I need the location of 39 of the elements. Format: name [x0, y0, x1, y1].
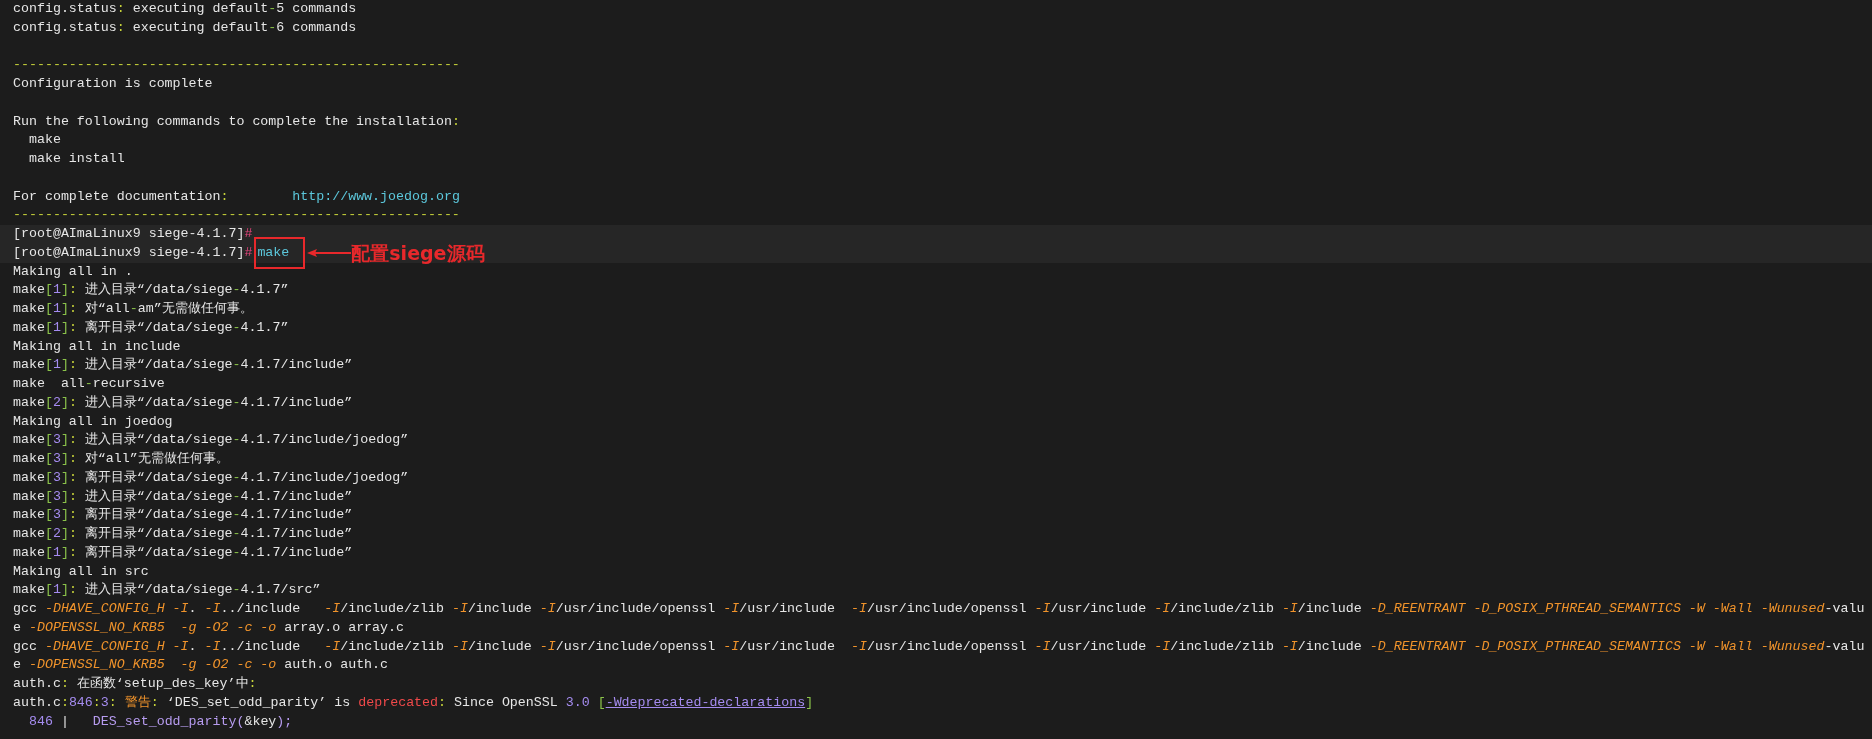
terminal-line: Making all in src: [13, 562, 149, 581]
terminal-line: make[2]: 进入目录“/data/siege-4.1.7/include”: [13, 393, 353, 412]
terminal-line: Making all in include: [13, 337, 181, 356]
terminal-line: Run the following commands to complete the installation:: [13, 112, 460, 131]
terminal-line: make all-recursive: [13, 375, 165, 393]
terminal-line: make install: [27, 150, 125, 168]
terminal-line: e -DOPENSSL_NO_KRB5 -g -O2 -c -o auth.o auth.c: [13, 656, 389, 675]
terminal-line: Making all in joedog: [13, 412, 173, 431]
terminal-line: make[2]: 离开目录“/data/siege-4.1.7/include”: [13, 525, 353, 543]
terminal-line: make[3]: 离开目录“/data/siege-4.1.7/include”: [13, 506, 353, 525]
terminal-line: --------------------------------------------------------: [13, 56, 460, 75]
terminal-line: make[3]: 进入目录“/data/siege-4.1.7/include/joedog”: [13, 431, 409, 450]
terminal-line: make: [27, 131, 61, 150]
terminal-line: make[1]: 对“all-am”无需做任何事。: [13, 300, 253, 318]
terminal-line: [root@AImaLinux9 siege-4.1.7]#: [13, 243, 253, 262]
terminal-line: Configuration is complete: [13, 75, 213, 93]
terminal-line: config.status: executing default-6 commands: [13, 18, 357, 37]
annotation-label: 配置siege源码: [351, 242, 485, 265]
terminal-line: make[3]: 进入目录“/data/siege-4.1.7/include”: [13, 487, 353, 506]
terminal-line: config.status: executing default-5 commands: [13, 0, 357, 18]
terminal-line: make[1]: 离开目录“/data/siege-4.1.7”: [13, 318, 289, 337]
terminal-line: 846 | DES_set_odd_parity(&key);: [27, 712, 293, 731]
terminal-line: e -DOPENSSL_NO_KRB5 -g -O2 -c -o array.o array.c: [13, 618, 404, 637]
annotation-arrow: [307, 248, 352, 259]
highlighted-command: make: [254, 237, 306, 270]
terminal-line: make[1]: 进入目录“/data/siege-4.1.7/include”: [13, 356, 353, 375]
terminal-line: [root@AImaLinux9 siege-4.1.7]#: [13, 225, 253, 243]
terminal-line: make[1]: 进入目录“/data/siege-4.1.7/src”: [13, 581, 321, 600]
terminal-line: --------------------------------------------------------: [13, 206, 460, 225]
terminal-line: make[1]: 离开目录“/data/siege-4.1.7/include”: [13, 543, 353, 562]
terminal-line: make[1]: 进入目录“/data/siege-4.1.7”: [13, 281, 289, 300]
terminal-line: For complete documentation: http://www.joedog.org: [13, 187, 460, 206]
terminal-line: make[3]: 对“all”无需做任何事。: [13, 450, 229, 468]
terminal-line: gcc -DHAVE_CONFIG_H -I. -I../include -I/include/zlib -I/include -I/usr/include/openssl -I/usr/include -I/usr/include/openssl -I/usr/include -I/include/zlib -I/include -D_REENTRANT -D_POSIX_PTHREAD_SEMANTICS -W -Wall -Wunused-valu: [13, 637, 1865, 656]
terminal-line: auth.c:846:3: 警告: ‘DES_set_odd_parity’ is deprecated: Since OpenSSL 3.0 [-Wdeprecated-declarations]: [13, 693, 814, 712]
terminal-line: Making all in .: [13, 262, 133, 281]
terminal-line: auth.c: 在函数‘setup_des_key’中:: [13, 675, 257, 693]
terminal-line: make[3]: 离开目录“/data/siege-4.1.7/include/joedog”: [13, 468, 409, 487]
terminal-line: gcc -DHAVE_CONFIG_H -I. -I../include -I/include/zlib -I/include -I/usr/include/openssl -I/usr/include -I/usr/include/openssl -I/usr/include -I/include/zlib -I/include -D_REENTRANT -D_POSIX_PTHREAD_SEMANTICS -W -Wall -Wunused-valu: [13, 600, 1865, 618]
